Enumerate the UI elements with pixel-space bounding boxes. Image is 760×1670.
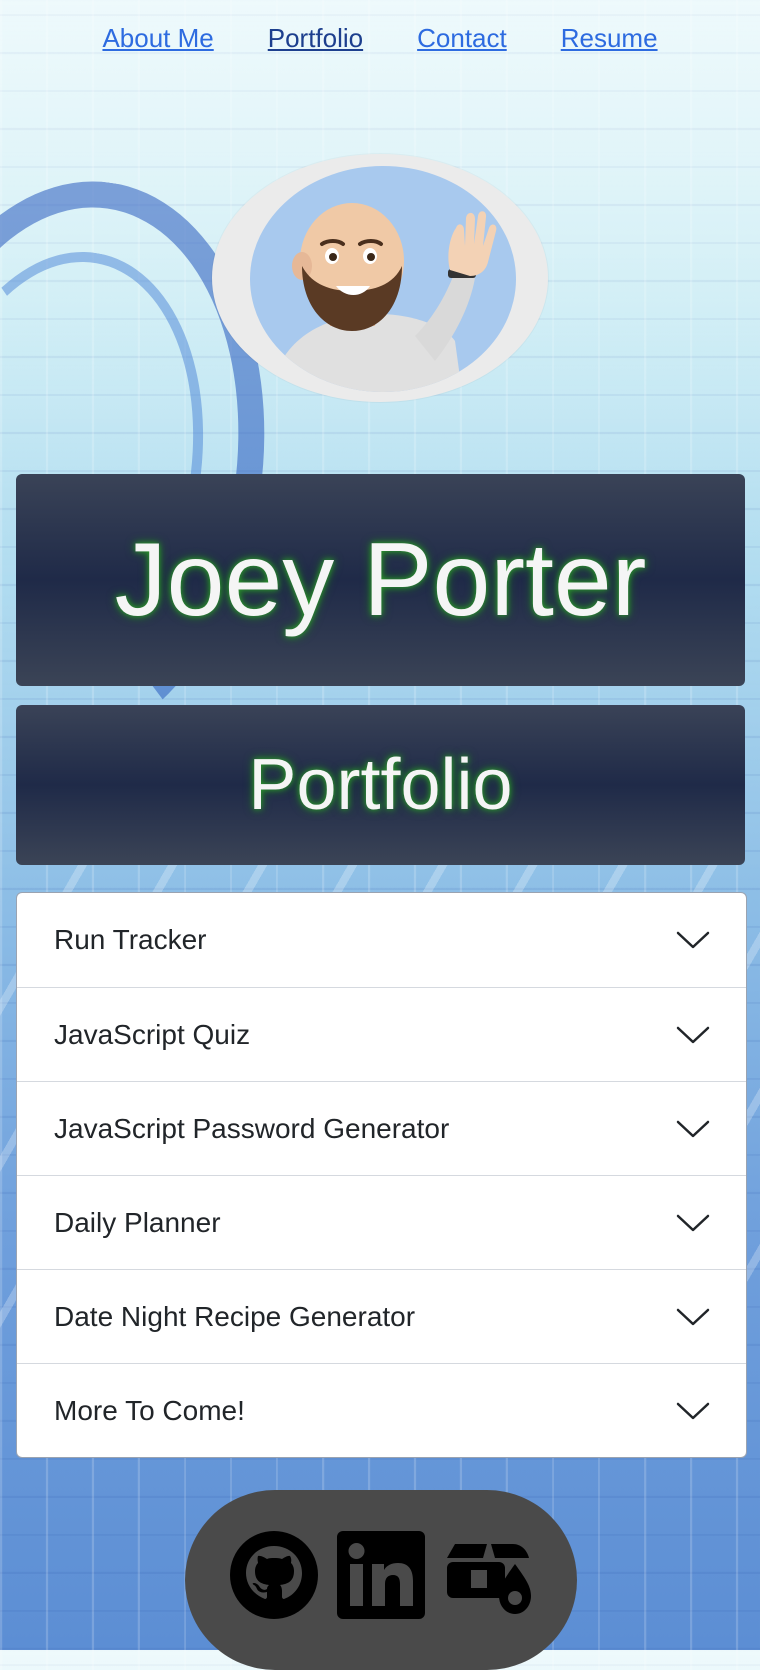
avatar-frame bbox=[212, 154, 548, 402]
accordion-item-label: Daily Planner bbox=[54, 1206, 221, 1238]
chevron-down-icon bbox=[676, 1214, 710, 1231]
chevron-down-icon bbox=[676, 1402, 710, 1419]
chevron-down-icon bbox=[676, 931, 710, 949]
accordion-item-label: Run Tracker bbox=[54, 924, 207, 955]
top-nav: About Me Portfolio Contact Resume bbox=[0, 18, 760, 58]
accordion-item-password-generator[interactable]: JavaScript Password Generator bbox=[17, 1081, 746, 1175]
section-title-banner: Portfolio bbox=[16, 705, 745, 865]
github-icon[interactable] bbox=[229, 1530, 319, 1620]
accordion-item-run-tracker[interactable]: Run Tracker bbox=[17, 893, 746, 987]
social-links-bar bbox=[185, 1490, 577, 1670]
nav-link-contact[interactable]: Contact bbox=[417, 18, 507, 58]
accordion-item-javascript-quiz[interactable]: JavaScript Quiz bbox=[17, 987, 746, 1081]
chevron-down-icon bbox=[676, 1026, 710, 1043]
chevron-down-icon bbox=[676, 1120, 710, 1137]
accordion-item-daily-planner[interactable]: Daily Planner bbox=[17, 1175, 746, 1269]
accordion-item-label: JavaScript Password Generator bbox=[54, 1112, 450, 1144]
nav-link-portfolio[interactable]: Portfolio bbox=[268, 18, 363, 58]
accordion-item-label: JavaScript Quiz bbox=[54, 1018, 251, 1050]
accordion-item-label: Date Night Recipe Generator bbox=[54, 1300, 416, 1332]
hero-name-banner: Joey Porter bbox=[16, 474, 745, 686]
page-title: Joey Porter bbox=[114, 521, 647, 638]
accordion-item-more-to-come[interactable]: More To Come! bbox=[17, 1363, 746, 1457]
section-title: Portfolio bbox=[248, 745, 513, 825]
nav-link-about-me[interactable]: About Me bbox=[102, 18, 213, 58]
chevron-down-icon bbox=[676, 1308, 710, 1325]
truck-icon[interactable] bbox=[443, 1530, 533, 1620]
memoji-avatar bbox=[270, 203, 497, 392]
linkedin-icon[interactable] bbox=[336, 1530, 426, 1620]
accordion-item-recipe-generator[interactable]: Date Night Recipe Generator bbox=[17, 1269, 746, 1363]
nav-link-resume[interactable]: Resume bbox=[561, 18, 658, 58]
accordion-item-label: More To Come! bbox=[54, 1394, 245, 1426]
portfolio-accordion: Run Tracker JavaScript Quiz JavaScript P… bbox=[16, 892, 747, 1458]
avatar bbox=[250, 166, 516, 392]
